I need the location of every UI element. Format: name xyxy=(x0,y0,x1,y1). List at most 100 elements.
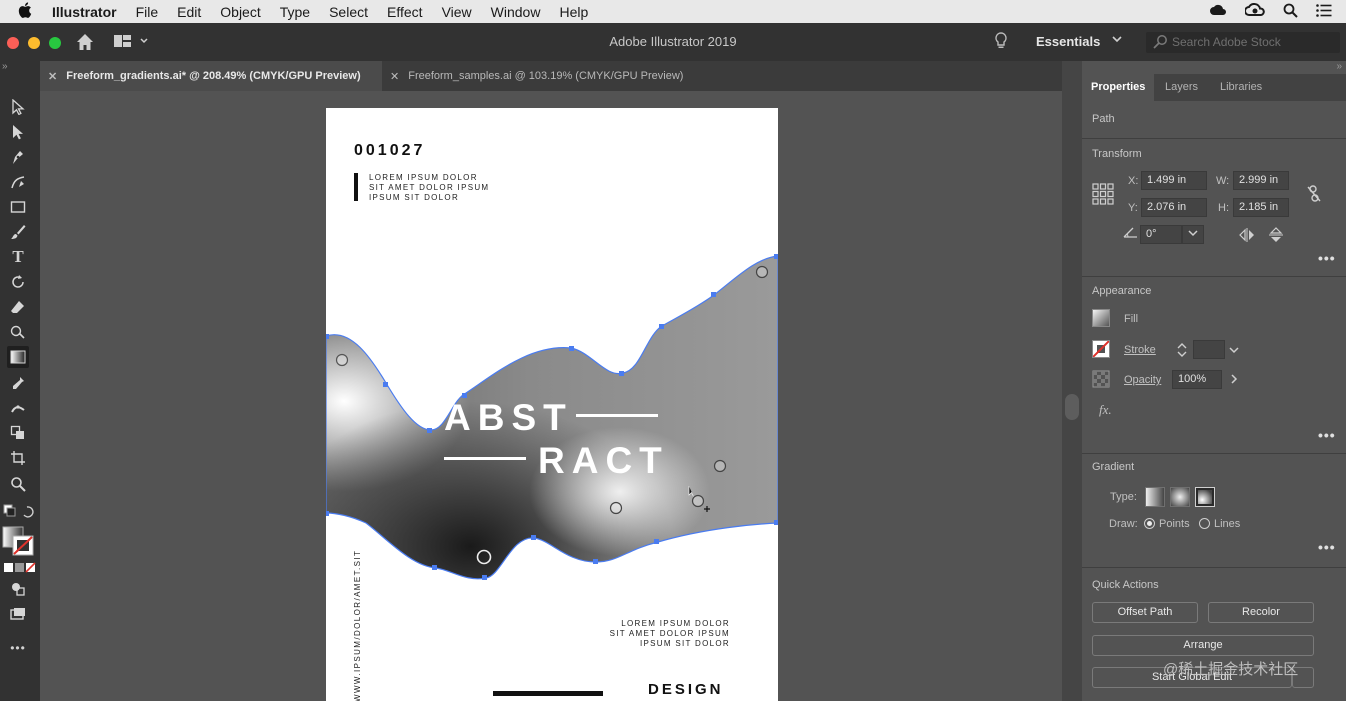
text-line: IPSUM SIT DOLOR xyxy=(639,639,730,648)
curvature-tool-icon[interactable] xyxy=(7,171,29,193)
menu-type[interactable]: Type xyxy=(280,4,310,20)
h-field[interactable]: 2.185 in xyxy=(1233,198,1289,217)
heading-rule-right xyxy=(576,414,658,417)
collapse-panel-icon[interactable]: » xyxy=(1336,61,1342,72)
artboard-tool-icon[interactable] xyxy=(7,447,29,469)
window-close-button[interactable] xyxy=(7,37,19,49)
y-label: Y: xyxy=(1128,202,1138,214)
transform-more-options[interactable]: ••• xyxy=(1318,250,1336,266)
reference-point-icon[interactable] xyxy=(1092,183,1114,208)
offset-path-button[interactable]: Offset Path xyxy=(1092,602,1198,623)
lightbulb-icon[interactable] xyxy=(994,32,1008,54)
zoom-tool-icon[interactable] xyxy=(7,473,29,495)
y-field[interactable]: 2.076 in xyxy=(1141,198,1207,217)
menu-help[interactable]: Help xyxy=(559,4,588,20)
flip-vertical-icon[interactable] xyxy=(1269,227,1283,246)
cc-sync-icon[interactable] xyxy=(1244,3,1265,20)
freeform-gradient-shape[interactable]: ABST RACT xyxy=(326,108,778,701)
draw-mode-icon[interactable] xyxy=(7,578,29,600)
rotate-field[interactable]: 0° xyxy=(1140,225,1182,244)
tab-freeform-samples[interactable]: ✕ Freeform_samples.ai @ 103.19% (CMYK/GP… xyxy=(382,61,712,91)
collapse-toolbar-icon[interactable]: » xyxy=(2,61,8,72)
edit-toolbar-button[interactable]: ••• xyxy=(7,637,29,659)
canvas-vertical-scrollbar[interactable] xyxy=(1062,61,1082,701)
menu-effect[interactable]: Effect xyxy=(387,4,423,20)
tab-freeform-gradients[interactable]: ✕ Freeform_gradients.ai* @ 208.49% (CMYK… xyxy=(40,61,382,91)
rotate-tool-icon[interactable] xyxy=(7,271,29,293)
stroke-label[interactable]: Stroke xyxy=(1124,344,1156,356)
rectangle-tool-icon[interactable] xyxy=(7,196,29,218)
x-field[interactable]: 1.499 in xyxy=(1141,171,1207,190)
draw-points-radio[interactable] xyxy=(1144,518,1155,529)
home-icon[interactable] xyxy=(74,31,96,53)
appearance-more-options[interactable]: ••• xyxy=(1318,427,1336,443)
width-tool-icon[interactable] xyxy=(7,397,29,419)
notification-center-icon[interactable] xyxy=(1316,3,1332,20)
live-paint-tool-icon[interactable] xyxy=(7,422,29,444)
x-label: X: xyxy=(1128,175,1139,187)
spotlight-search-icon[interactable] xyxy=(1283,3,1298,21)
w-field[interactable]: 2.999 in xyxy=(1233,171,1289,190)
menu-file[interactable]: File xyxy=(136,4,159,20)
arrange-documents-button[interactable] xyxy=(113,33,149,52)
apple-menu-icon[interactable] xyxy=(18,1,36,22)
eraser-tool-icon[interactable] xyxy=(7,296,29,318)
tab-label: Freeform_gradients.ai* @ 208.49% (CMYK/G… xyxy=(66,70,361,82)
flip-horizontal-icon[interactable] xyxy=(1239,228,1255,245)
shape-builder-tool-icon[interactable] xyxy=(7,321,29,343)
stroke-swatch[interactable] xyxy=(1092,340,1110,358)
tab-libraries[interactable]: Libraries xyxy=(1211,74,1271,101)
freeform-gradient-button[interactable] xyxy=(1195,487,1215,507)
artboard-bottom-bar xyxy=(493,691,603,696)
divider xyxy=(1082,567,1346,568)
recolor-button[interactable]: Recolor xyxy=(1208,602,1314,623)
menu-select[interactable]: Select xyxy=(329,4,368,20)
screen-mode-icon[interactable] xyxy=(7,603,29,625)
close-tab-icon[interactable]: ✕ xyxy=(390,70,399,83)
creative-cloud-icon[interactable] xyxy=(1209,3,1227,20)
window-minimize-button[interactable] xyxy=(28,37,40,49)
fill-stroke-swatches[interactable] xyxy=(2,526,34,556)
canvas-area[interactable]: 001027 LOREM IPSUM DOLOR SIT AMET DOLOR … xyxy=(40,91,1062,701)
stroke-weight-stepper[interactable] xyxy=(1176,341,1188,362)
opacity-label[interactable]: Opacity xyxy=(1124,374,1161,386)
fill-swatch[interactable] xyxy=(1092,309,1110,327)
gradient-tool-icon[interactable] xyxy=(7,346,29,368)
paintbrush-tool-icon[interactable] xyxy=(7,221,29,243)
menu-edit[interactable]: Edit xyxy=(177,4,201,20)
workspace-switcher[interactable]: Essentials xyxy=(1036,34,1100,49)
color-mode-buttons[interactable] xyxy=(3,561,37,573)
tab-properties[interactable]: Properties xyxy=(1082,74,1155,101)
draw-lines-radio[interactable] xyxy=(1199,518,1210,529)
adobe-stock-search-input[interactable]: Search Adobe Stock xyxy=(1146,32,1340,53)
scrollbar-thumb[interactable] xyxy=(1065,394,1079,420)
default-fill-stroke-icon[interactable] xyxy=(3,504,37,518)
menu-view[interactable]: View xyxy=(442,4,472,20)
opacity-icon[interactable] xyxy=(1092,370,1110,391)
constrain-proportions-icon[interactable] xyxy=(1306,185,1322,206)
tab-layers[interactable]: Layers xyxy=(1156,74,1207,101)
artboard[interactable]: 001027 LOREM IPSUM DOLOR SIT AMET DOLOR … xyxy=(326,108,778,701)
chevron-right-icon[interactable] xyxy=(1230,374,1238,387)
eyedropper-tool-icon[interactable] xyxy=(7,372,29,394)
gradient-section-title: Gradient xyxy=(1092,461,1135,473)
type-tool-icon[interactable]: T xyxy=(7,246,29,268)
fx-icon[interactable]: fx. xyxy=(1099,402,1112,418)
menu-window[interactable]: Window xyxy=(491,4,541,20)
window-zoom-button[interactable] xyxy=(49,37,61,49)
close-tab-icon[interactable]: ✕ xyxy=(48,70,57,83)
selection-tool-icon[interactable] xyxy=(7,96,29,118)
chevron-down-icon[interactable] xyxy=(1229,345,1239,357)
direct-selection-tool-icon[interactable] xyxy=(7,121,29,143)
gradient-more-options[interactable]: ••• xyxy=(1318,539,1336,555)
pen-tool-icon[interactable] xyxy=(7,146,29,168)
stroke-weight-field[interactable] xyxy=(1193,340,1225,359)
menu-app-name[interactable]: Illustrator xyxy=(52,4,117,20)
arrange-button[interactable]: Arrange xyxy=(1092,635,1314,656)
chevron-down-icon[interactable] xyxy=(1112,35,1122,46)
linear-gradient-button[interactable] xyxy=(1145,487,1165,507)
menu-object[interactable]: Object xyxy=(220,4,260,20)
rotate-dropdown[interactable] xyxy=(1182,225,1204,244)
radial-gradient-button[interactable] xyxy=(1170,487,1190,507)
opacity-field[interactable]: 100% xyxy=(1172,370,1222,389)
